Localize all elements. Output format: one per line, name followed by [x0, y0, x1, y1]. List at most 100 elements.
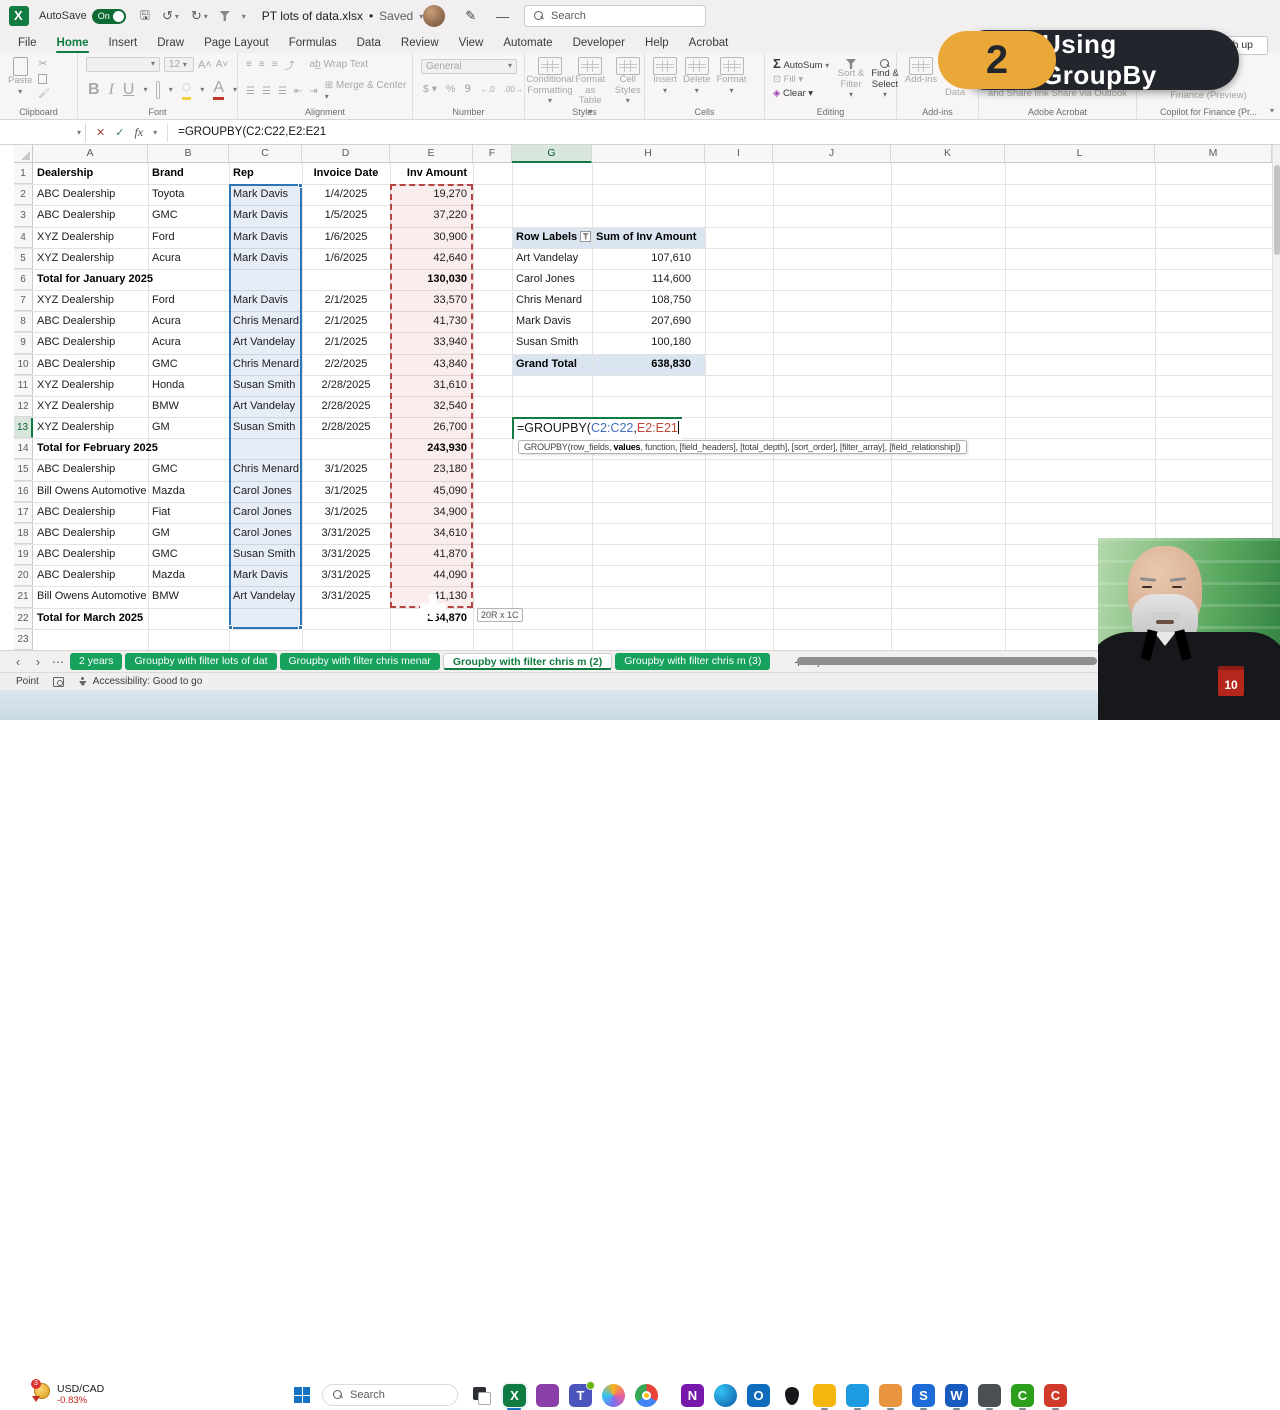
cell-A12[interactable]: XYZ Dealership [33, 396, 148, 417]
taskbar-icon-snagit[interactable]: S [912, 1384, 935, 1407]
cell-B7[interactable]: Ford [148, 290, 229, 311]
cell-E12[interactable]: 32,540 [390, 396, 473, 417]
sheet-nav-left-icon[interactable]: ‹ [10, 655, 26, 669]
cell-B18[interactable]: GM [148, 523, 229, 544]
sheet-tab-groupby-with-filter-chris-m-2[interactable]: Groupby with filter chris m (2) [443, 653, 612, 670]
cell-E15[interactable]: 23,180 [390, 459, 473, 480]
cell-B9[interactable]: Acura [148, 332, 229, 353]
cell-D7[interactable]: 2/1/2025 [302, 290, 390, 311]
cell-G7[interactable]: Chris Menard [512, 290, 592, 311]
cell-C20[interactable]: Mark Davis [229, 565, 302, 586]
column-header-I[interactable]: I [705, 145, 773, 163]
cell-B19[interactable]: GMC [148, 544, 229, 565]
cell-C15[interactable]: Chris Menard [229, 459, 302, 480]
fill-color-icon[interactable]: ◌ [182, 79, 192, 100]
cell-D1[interactable]: Invoice Date [302, 163, 390, 184]
taskbar-icon-app-blue[interactable] [846, 1384, 869, 1407]
cell-E10[interactable]: 43,840 [390, 354, 473, 375]
row-header-3[interactable]: 3 [14, 205, 33, 226]
cell-A18[interactable]: ABC Dealership [33, 523, 148, 544]
cell-C3[interactable]: Mark Davis [229, 205, 302, 226]
bold-button[interactable]: B [88, 81, 100, 99]
shrink-font-icon[interactable]: A˅ [216, 59, 229, 70]
cell-E8[interactable]: 41,730 [390, 311, 473, 332]
cell-G9[interactable]: Susan Smith [512, 332, 592, 353]
cell-H4[interactable]: Sum of Inv Amount [592, 227, 705, 248]
cell-A6[interactable]: Total for January 2025 [33, 269, 148, 290]
cut-icon[interactable]: ✂ [38, 57, 49, 70]
column-header-E[interactable]: E [390, 145, 473, 163]
excel-app-icon[interactable] [9, 6, 29, 26]
menu-tab-view[interactable]: View [449, 35, 494, 51]
align-right-icon[interactable]: ☰ [278, 86, 287, 97]
select-all-corner[interactable] [14, 145, 33, 163]
menu-tab-page-layout[interactable]: Page Layout [194, 35, 279, 51]
row-header-7[interactable]: 7 [14, 290, 33, 311]
cell-C16[interactable]: Carol Jones [229, 481, 302, 502]
taskbar-icon-app-orange[interactable] [879, 1384, 902, 1407]
sheet-nav-more-icon[interactable]: ⋯ [50, 655, 66, 669]
align-top-icon[interactable]: ≡ [246, 59, 252, 70]
cell-C19[interactable]: Susan Smith [229, 544, 302, 565]
cell-A7[interactable]: XYZ Dealership [33, 290, 148, 311]
sheet-tab-groupby-with-filter-chris-menar[interactable]: Groupby with filter chris menar [280, 653, 440, 670]
row-header-10[interactable]: 10 [14, 354, 33, 375]
selection-handle[interactable] [228, 625, 233, 630]
save-status[interactable]: Saved [379, 9, 413, 23]
document-title[interactable]: PT lots of data.xlsx [262, 9, 363, 23]
row-header-9[interactable]: 9 [14, 332, 33, 353]
cell-A19[interactable]: ABC Dealership [33, 544, 148, 565]
macro-record-icon[interactable] [53, 677, 64, 687]
accounting-format-icon[interactable]: $ ▾ [423, 83, 437, 95]
cell-A21[interactable]: Bill Owens Automotive [33, 586, 148, 607]
number-format-combo[interactable]: General▾ [421, 59, 517, 74]
cell-C7[interactable]: Mark Davis [229, 290, 302, 311]
cell-A15[interactable]: ABC Dealership [33, 459, 148, 480]
cell-A20[interactable]: ABC Dealership [33, 565, 148, 586]
cell-D16[interactable]: 3/1/2025 [302, 481, 390, 502]
cell-C11[interactable]: Susan Smith [229, 375, 302, 396]
cell-B21[interactable]: BMW [148, 586, 229, 607]
column-header-G[interactable]: G [512, 145, 592, 163]
cell-B2[interactable]: Toyota [148, 184, 229, 205]
cell-H8[interactable]: 207,690 [592, 311, 691, 332]
cell-B8[interactable]: Acura [148, 311, 229, 332]
selection-handle[interactable] [298, 625, 303, 630]
cell-D2[interactable]: 1/4/2025 [302, 184, 390, 205]
percent-style-icon[interactable]: % [446, 83, 455, 95]
titlebar-search-box[interactable]: Search [524, 5, 706, 27]
row-header-5[interactable]: 5 [14, 248, 33, 269]
align-center-icon[interactable]: ☰ [262, 86, 271, 97]
cell-C2[interactable]: Mark Davis [229, 184, 302, 205]
cell-A2[interactable]: ABC Dealership [33, 184, 148, 205]
taskbar-icon-alienware[interactable] [780, 1384, 803, 1407]
taskbar-icon-onenote[interactable]: N [681, 1384, 704, 1407]
sort-filter-button[interactable]: Sort & Filter▾ [837, 59, 865, 101]
menu-tab-review[interactable]: Review [391, 35, 449, 51]
find-select-button[interactable]: Find & Select▾ [871, 59, 899, 101]
cell-D21[interactable]: 3/31/2025 [302, 586, 390, 607]
cell-E18[interactable]: 34,610 [390, 523, 473, 544]
decrease-decimal-icon[interactable]: .00→ [504, 85, 523, 94]
cell-D19[interactable]: 3/31/2025 [302, 544, 390, 565]
cell-C8[interactable]: Chris Menard [229, 311, 302, 332]
cell-C21[interactable]: Art Vandelay [229, 586, 302, 607]
cell-D17[interactable]: 3/1/2025 [302, 502, 390, 523]
row-header-20[interactable]: 20 [14, 565, 33, 586]
column-header-D[interactable]: D [302, 145, 390, 163]
column-header-B[interactable]: B [148, 145, 229, 163]
cell-E19[interactable]: 41,870 [390, 544, 473, 565]
cell-C17[interactable]: Carol Jones [229, 502, 302, 523]
cell-B10[interactable]: GMC [148, 354, 229, 375]
row-header-1[interactable]: 1 [14, 163, 33, 184]
align-left-icon[interactable]: ☰ [246, 86, 255, 97]
cell-A22[interactable]: Total for March 2025 [33, 608, 148, 629]
column-header-F[interactable]: F [473, 145, 512, 163]
taskbar-search-box[interactable]: Search [322, 1384, 458, 1406]
cell-C9[interactable]: Art Vandelay [229, 332, 302, 353]
column-header-L[interactable]: L [1005, 145, 1155, 163]
minimize-button[interactable]: — [496, 9, 509, 24]
cell-G10[interactable]: Grand Total [512, 354, 592, 375]
taskbar-icon-chrome[interactable] [635, 1384, 658, 1407]
redo-icon[interactable]: ↻▾ [191, 8, 208, 24]
